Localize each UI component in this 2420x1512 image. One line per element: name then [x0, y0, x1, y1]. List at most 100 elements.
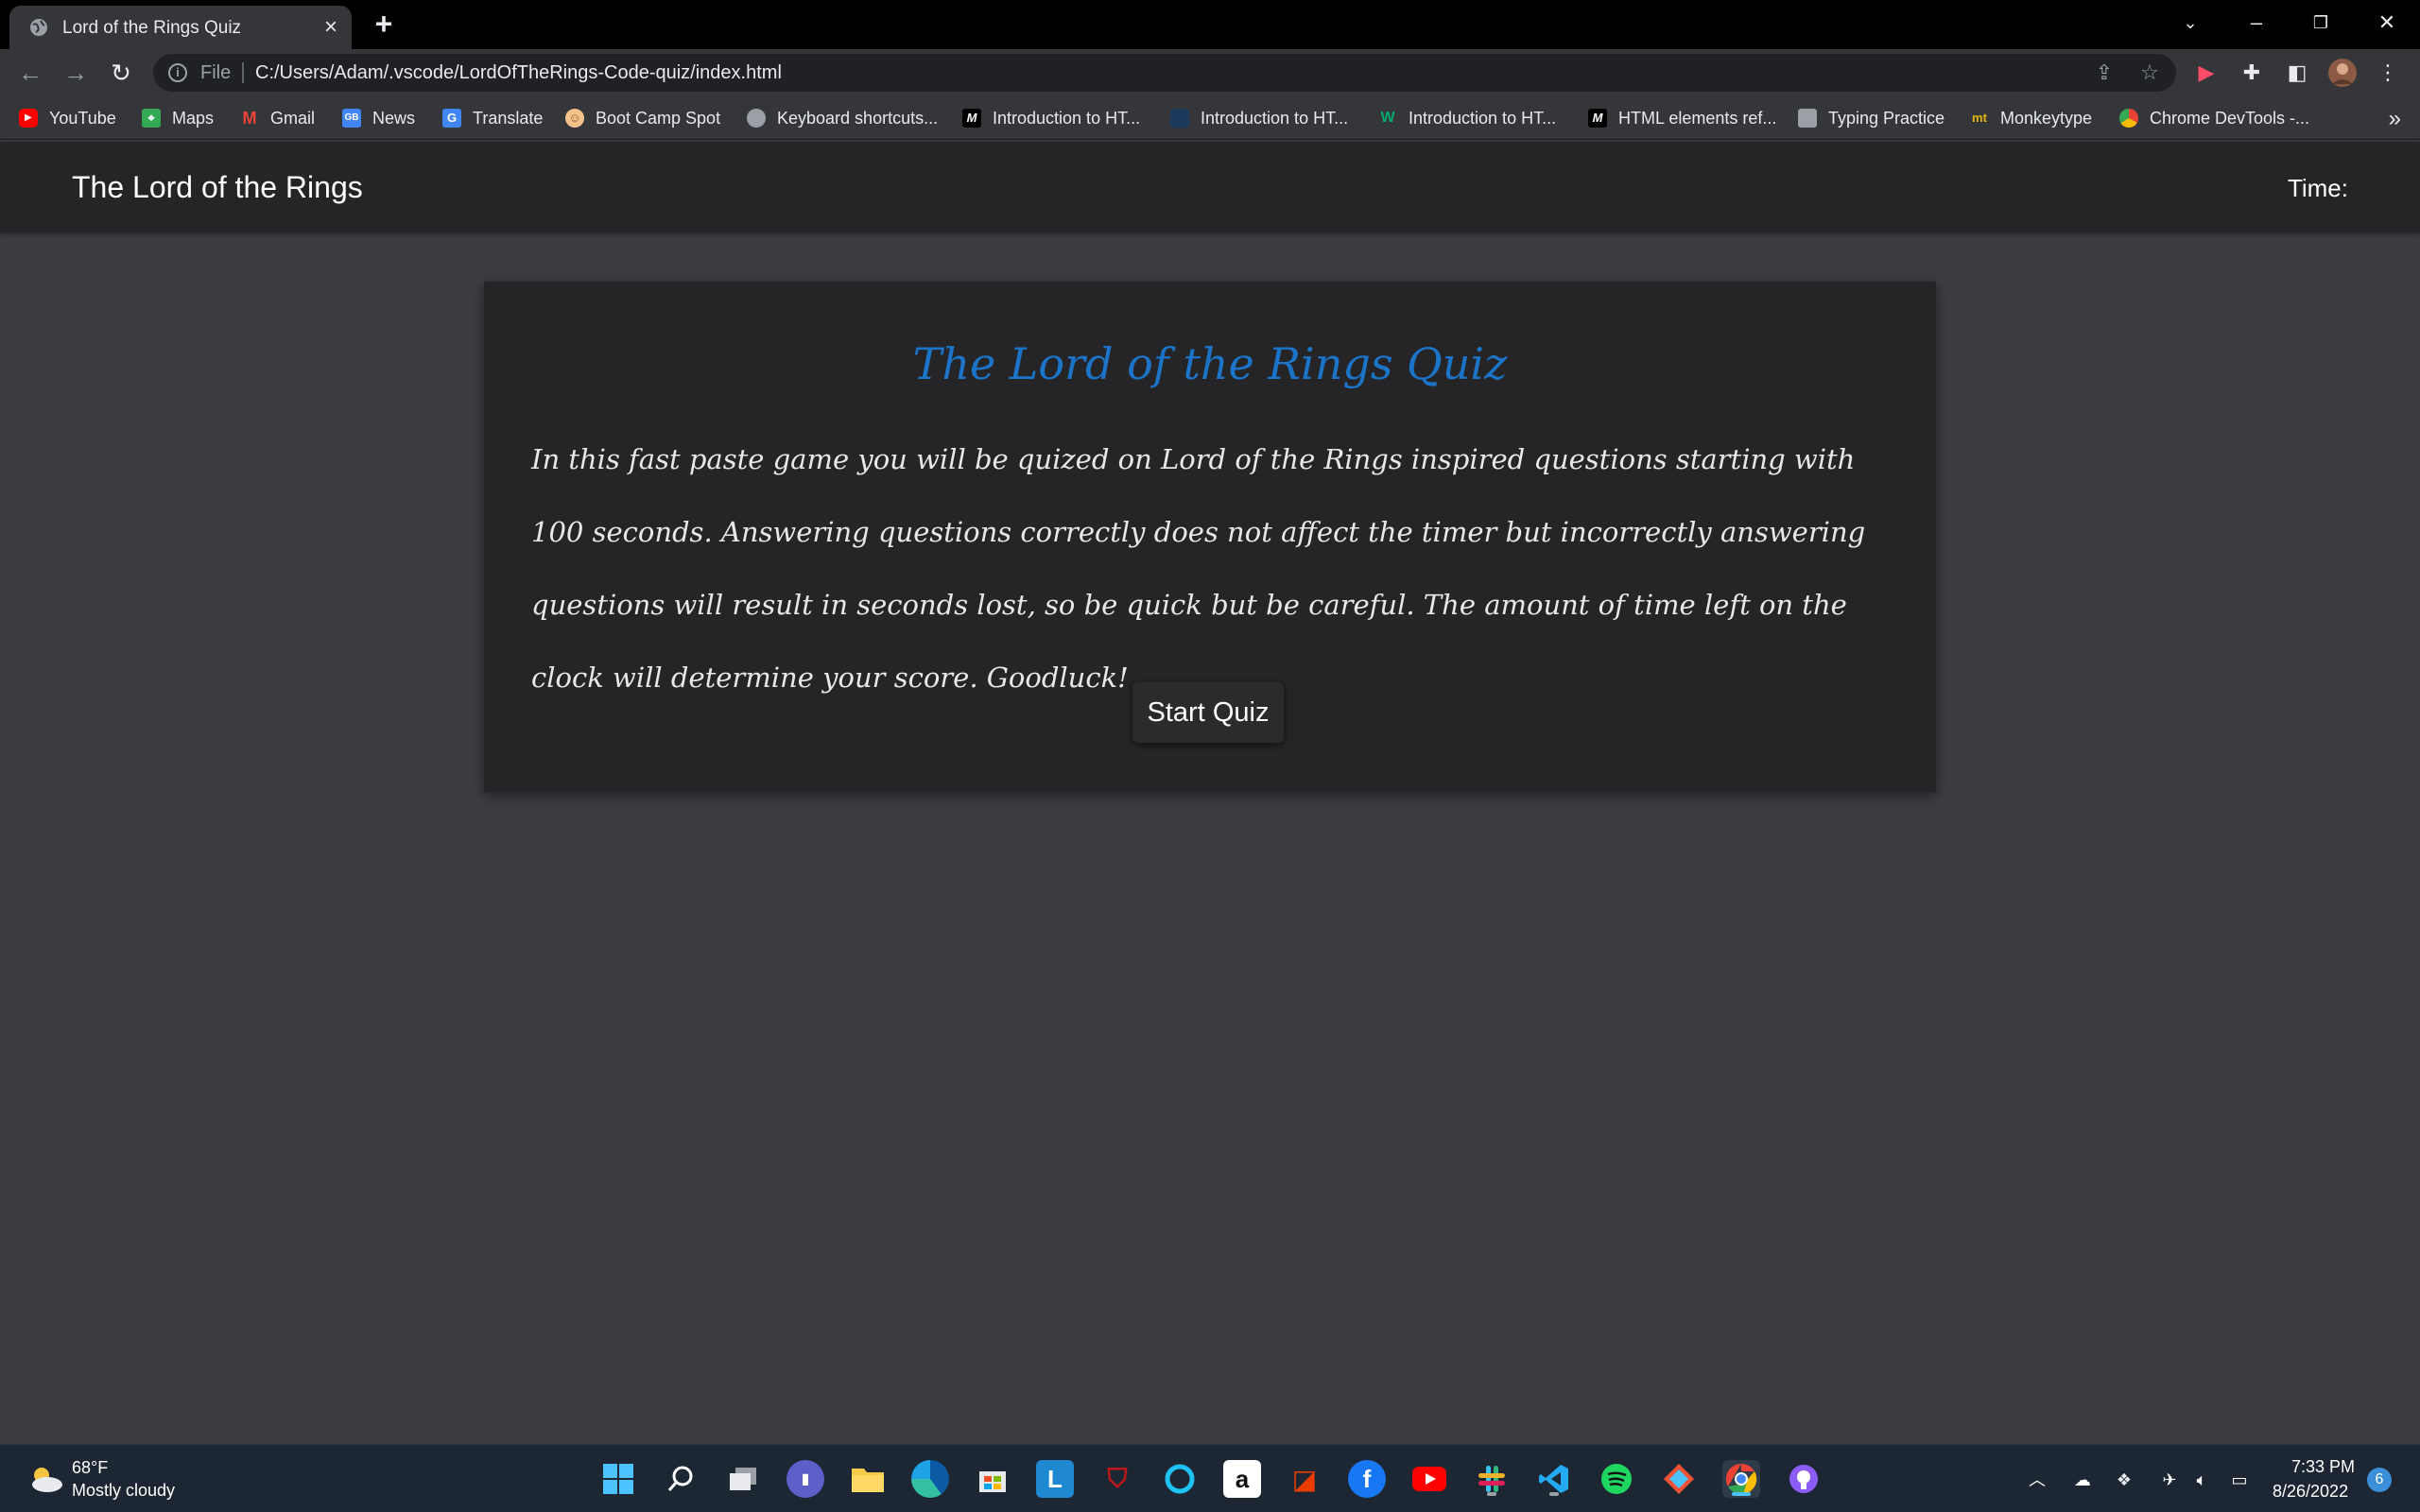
bookmark-label: Introduction to HT... [993, 108, 1141, 128]
new-tab-icon[interactable]: + [369, 9, 399, 40]
share-icon[interactable]: ⇪ [2091, 60, 2118, 86]
github-desktop-icon[interactable] [1785, 1460, 1823, 1498]
notification-badge[interactable]: 6 [2367, 1468, 2392, 1492]
show-hidden-icons-icon[interactable]: ︿ [2025, 1468, 2049, 1492]
edge-icon[interactable] [911, 1460, 949, 1498]
bookmark-maps[interactable]: ⌖ Maps [142, 106, 214, 130]
news-icon: GB [342, 109, 361, 128]
bookmark-translate[interactable]: G Translate [442, 106, 543, 130]
clock-date[interactable]: 8/26/2022 [2273, 1482, 2348, 1502]
bookmark-typing-practice[interactable]: Typing Practice [1798, 106, 1945, 130]
alexa-icon[interactable] [1161, 1460, 1199, 1498]
bookmark-chrome-devtools[interactable]: Chrome DevTools -... [2119, 106, 2309, 130]
bookmark-monkeytype[interactable]: mt Monkeytype [1970, 106, 2092, 130]
volume-icon[interactable]: 🔈︎ [2189, 1468, 2214, 1492]
bookmark-label: Chrome DevTools -... [2150, 108, 2310, 128]
site-title: The Lord of the Rings [72, 170, 363, 204]
tab-title: Lord of the Rings Quiz [62, 18, 242, 38]
clock-time[interactable]: 7:33 PM [2291, 1457, 2355, 1477]
globe-icon [30, 19, 47, 36]
bookmark-keyboard-shortcuts[interactable]: Keyboard shortcuts... [747, 106, 938, 130]
avatar[interactable] [2327, 58, 2358, 88]
chrome-app-icon[interactable] [1722, 1460, 1760, 1498]
chrome-logo-icon [1725, 1463, 1757, 1495]
spotify-icon[interactable] [1598, 1460, 1635, 1498]
close-window-icon[interactable]: ✕ [2363, 4, 2411, 42]
info-icon[interactable]: i [168, 63, 187, 82]
bookmark-gmail[interactable]: M Gmail [240, 106, 316, 130]
task-view-glyph-icon [730, 1468, 756, 1490]
gitkraken-icon[interactable] [1660, 1460, 1698, 1498]
bookmark-label: Typing Practice [1828, 108, 1945, 128]
address-bar[interactable]: i File C:/Users/Adam/.vscode/LordOfTheRi… [153, 54, 2176, 92]
bookmark-news[interactable]: GB News [342, 106, 415, 130]
bookmark-intro-html-1[interactable]: M Introduction to HT... [962, 106, 1140, 130]
menu-kebab-icon[interactable]: ⋮ [2373, 58, 2403, 88]
vscode-icon[interactable] [1535, 1460, 1573, 1498]
slack-icon[interactable] [1473, 1460, 1511, 1498]
weather-condition[interactable]: Mostly cloudy [72, 1481, 175, 1501]
bookmark-intro-html-3[interactable]: W Introduction to HT... [1378, 106, 1556, 130]
running-indicator [1549, 1492, 1559, 1496]
teams-chat-icon[interactable]: ▮ [786, 1460, 824, 1498]
facebook-icon[interactable]: f [1348, 1460, 1386, 1498]
side-panel-icon[interactable]: ◧ [2282, 58, 2312, 88]
translate-icon: G [442, 109, 461, 128]
microsoft-store-icon[interactable] [974, 1460, 1011, 1498]
url-text[interactable]: C:/Users/Adam/.vscode/LordOfTheRings-Cod… [255, 62, 782, 84]
file-explorer-icon[interactable] [849, 1460, 887, 1498]
bookmark-label: Maps [172, 108, 215, 128]
bookmark-intro-html-2[interactable]: Introduction to HT... [1170, 106, 1348, 130]
start-quiz-button[interactable]: Start Quiz [1132, 682, 1284, 743]
bookmark-label: Gmail [270, 108, 316, 128]
dropbox-icon[interactable]: ❖ [2112, 1468, 2136, 1492]
office-icon[interactable]: ◪ [1286, 1460, 1323, 1498]
typing-icon [1798, 109, 1817, 128]
youtube-app-icon[interactable] [1410, 1460, 1448, 1498]
battery-icon[interactable]: ▭ [2227, 1468, 2252, 1492]
bookmark-label: YouTube [49, 108, 116, 128]
bookmark-label: Boot Camp Spot [596, 108, 721, 128]
bookmark-label: Introduction to HT... [1409, 108, 1557, 128]
amazon-icon[interactable]: a [1223, 1460, 1261, 1498]
bookmark-youtube[interactable]: ▶ YouTube [19, 106, 116, 130]
close-tab-icon[interactable]: × [318, 14, 344, 41]
extensions-puzzle-icon[interactable]: ✚ [2237, 58, 2267, 88]
browser-tab[interactable]: Lord of the Rings Quiz × [9, 6, 352, 49]
medium-icon: M [1588, 109, 1607, 128]
search-icon[interactable] [662, 1460, 700, 1498]
active-indicator [1732, 1492, 1751, 1496]
url-scheme: File [200, 62, 232, 83]
medium-icon: M [962, 109, 981, 128]
more-bookmarks-icon[interactable]: » [2389, 106, 2401, 132]
bookmark-star-icon[interactable]: ☆ [2136, 60, 2163, 86]
bookmark-boot-camp-spot[interactable]: ☺ Boot Camp Spot [565, 106, 720, 130]
w3-icon: W [1380, 110, 1395, 126]
magnifier-icon [667, 1466, 693, 1491]
tab-search-icon[interactable]: ⌄ [2167, 4, 2214, 42]
forward-icon[interactable]: → [59, 56, 93, 90]
bookmark-label: HTML elements ref... [1618, 108, 1777, 128]
doc-icon [1170, 109, 1189, 128]
profile-avatar-icon [2328, 59, 2357, 87]
windows-logo-icon [603, 1464, 633, 1494]
start-button[interactable] [599, 1460, 637, 1498]
cloudy-weather-icon[interactable] [26, 1464, 64, 1494]
minimize-icon[interactable]: – [2233, 4, 2280, 42]
airplane-mode-icon[interactable]: ✈ [2157, 1468, 2182, 1492]
restore-icon[interactable]: ❐ [2297, 4, 2344, 42]
back-icon[interactable]: ← [13, 56, 47, 90]
bookmark-label: Translate [473, 108, 544, 128]
task-view-icon[interactable] [724, 1460, 762, 1498]
weather-temperature[interactable]: 68°F [72, 1458, 108, 1478]
reload-icon[interactable]: ↻ [104, 56, 138, 90]
vscode-glyph-icon [1539, 1465, 1568, 1493]
bookmark-label: Keyboard shortcuts... [777, 108, 939, 128]
extension-record-icon[interactable]: ▶ [2191, 58, 2221, 88]
bookmark-html-elements-ref[interactable]: M HTML elements ref... [1588, 106, 1776, 130]
spotify-glyph-icon [1601, 1464, 1632, 1494]
alexa-ring-icon [1165, 1464, 1195, 1494]
onedrive-cloud-icon[interactable]: ☁ [2070, 1468, 2095, 1492]
lastpass-l-icon[interactable]: L [1036, 1460, 1074, 1498]
mcafee-icon[interactable]: ⛉ [1098, 1460, 1136, 1498]
